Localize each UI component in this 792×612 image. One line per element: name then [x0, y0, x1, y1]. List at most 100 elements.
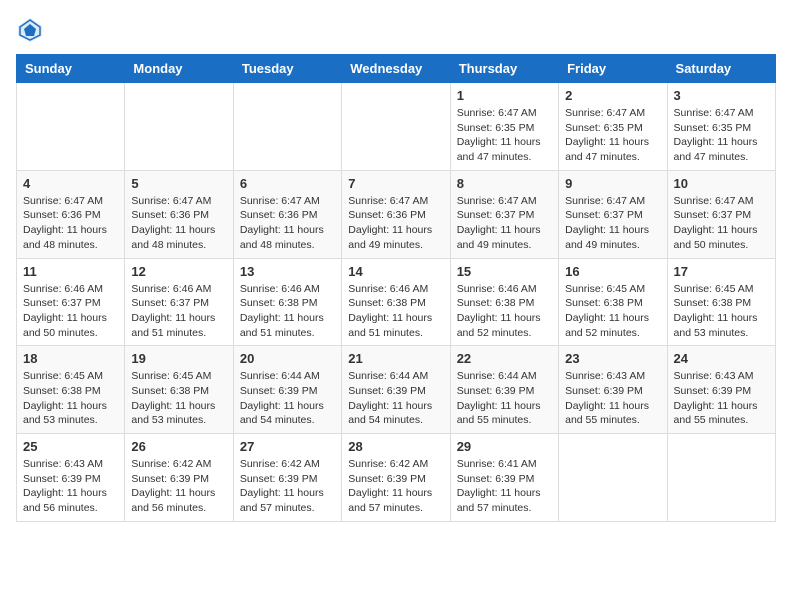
day-number: 23 — [565, 351, 660, 366]
day-info: Sunrise: 6:44 AM Sunset: 6:39 PM Dayligh… — [348, 369, 443, 428]
calendar-cell — [342, 83, 450, 171]
calendar-cell: 21 Sunrise: 6:44 AM Sunset: 6:39 PM Dayli… — [342, 346, 450, 434]
calendar-cell: 26Sunrise: 6:42 AM Sunset: 6:39 PM Dayli… — [125, 434, 233, 522]
day-number: 10 — [674, 176, 769, 191]
logo-icon — [16, 16, 44, 44]
day-number: 13 — [240, 264, 335, 279]
day-number: 29 — [457, 439, 552, 454]
calendar-cell: 10 Sunrise: 6:47 AM Sunset: 6:37 PM Dayli… — [667, 170, 775, 258]
day-number: 1 — [457, 88, 552, 103]
calendar-cell — [559, 434, 667, 522]
day-info: Sunrise: 6:46 AM Sunset: 6:38 PM Dayligh… — [348, 282, 443, 341]
calendar-cell: 3 Sunrise: 6:47 AM Sunset: 6:35 PM Daylig… — [667, 83, 775, 171]
day-number: 22 — [457, 351, 552, 366]
calendar-week-row: 11 Sunrise: 6:46 AM Sunset: 6:37 PM Dayli… — [17, 258, 776, 346]
day-number: 8 — [457, 176, 552, 191]
column-header-tuesday: Tuesday — [233, 55, 341, 83]
calendar-cell: 11 Sunrise: 6:46 AM Sunset: 6:37 PM Dayli… — [17, 258, 125, 346]
calendar-cell: 22 Sunrise: 6:44 AM Sunset: 6:39 PM Dayli… — [450, 346, 558, 434]
day-info: Sunrise: 6:45 AM Sunset: 6:38 PM Dayligh… — [131, 369, 226, 428]
calendar-week-row: 1 Sunrise: 6:47 AM Sunset: 6:35 PM Daylig… — [17, 83, 776, 171]
day-info: Sunrise: 6:47 AM Sunset: 6:35 PM Dayligh… — [674, 106, 769, 165]
day-number: 21 — [348, 351, 443, 366]
day-info: Sunrise: 6:47 AM Sunset: 6:37 PM Dayligh… — [565, 194, 660, 253]
day-number: 16 — [565, 264, 660, 279]
day-number: 11 — [23, 264, 118, 279]
day-info: Sunrise: 6:45 AM Sunset: 6:38 PM Dayligh… — [565, 282, 660, 341]
day-number: 28 — [348, 439, 443, 454]
day-number: 14 — [348, 264, 443, 279]
page-header — [16, 16, 776, 44]
day-number: 5 — [131, 176, 226, 191]
day-info: Sunrise: 6:46 AM Sunset: 6:38 PM Dayligh… — [240, 282, 335, 341]
column-header-thursday: Thursday — [450, 55, 558, 83]
calendar-table: SundayMondayTuesdayWednesdayThursdayFrid… — [16, 54, 776, 522]
day-info: Sunrise: 6:47 AM Sunset: 6:35 PM Dayligh… — [565, 106, 660, 165]
day-info: Sunrise: 6:42 AM Sunset: 6:39 PM Dayligh… — [240, 457, 335, 516]
logo — [16, 16, 48, 44]
day-info: Sunrise: 6:47 AM Sunset: 6:36 PM Dayligh… — [131, 194, 226, 253]
calendar-cell: 27 Sunrise: 6:42 AM Sunset: 6:39 PM Dayli… — [233, 434, 341, 522]
calendar-week-row: 18 Sunrise: 6:45 AM Sunset: 6:38 PM Dayli… — [17, 346, 776, 434]
day-info: Sunrise: 6:46 AM Sunset: 6:37 PM Dayligh… — [23, 282, 118, 341]
calendar-week-row: 25 Sunrise: 6:43 AM Sunset: 6:39 PM Dayli… — [17, 434, 776, 522]
calendar-cell: 9 Sunrise: 6:47 AM Sunset: 6:37 PM Daylig… — [559, 170, 667, 258]
day-number: 25 — [23, 439, 118, 454]
day-info: Sunrise: 6:45 AM Sunset: 6:38 PM Dayligh… — [23, 369, 118, 428]
day-number: 9 — [565, 176, 660, 191]
day-number: 19 — [131, 351, 226, 366]
calendar-cell: 28 Sunrise: 6:42 AM Sunset: 6:39 PM Dayli… — [342, 434, 450, 522]
calendar-cell: 7 Sunrise: 6:47 AM Sunset: 6:36 PM Daylig… — [342, 170, 450, 258]
calendar-cell: 23 Sunrise: 6:43 AM Sunset: 6:39 PM Dayli… — [559, 346, 667, 434]
calendar-cell: 15 Sunrise: 6:46 AM Sunset: 6:38 PM Dayli… — [450, 258, 558, 346]
calendar-cell: 16 Sunrise: 6:45 AM Sunset: 6:38 PM Dayli… — [559, 258, 667, 346]
day-info: Sunrise: 6:43 AM Sunset: 6:39 PM Dayligh… — [23, 457, 118, 516]
day-info: Sunrise: 6:42 AM Sunset: 6:39 PM Dayligh… — [131, 457, 226, 516]
calendar-cell: 20Sunrise: 6:44 AM Sunset: 6:39 PM Dayli… — [233, 346, 341, 434]
day-number: 18 — [23, 351, 118, 366]
calendar-cell: 19 Sunrise: 6:45 AM Sunset: 6:38 PM Dayli… — [125, 346, 233, 434]
day-number: 3 — [674, 88, 769, 103]
calendar-cell — [125, 83, 233, 171]
day-info: Sunrise: 6:46 AM Sunset: 6:37 PM Dayligh… — [131, 282, 226, 341]
calendar-cell: 18 Sunrise: 6:45 AM Sunset: 6:38 PM Dayli… — [17, 346, 125, 434]
day-info: Sunrise: 6:47 AM Sunset: 6:36 PM Dayligh… — [348, 194, 443, 253]
day-info: Sunrise: 6:41 AM Sunset: 6:39 PM Dayligh… — [457, 457, 552, 516]
calendar-cell: 12 Sunrise: 6:46 AM Sunset: 6:37 PM Dayli… — [125, 258, 233, 346]
calendar-cell — [667, 434, 775, 522]
calendar-cell — [233, 83, 341, 171]
day-info: Sunrise: 6:46 AM Sunset: 6:38 PM Dayligh… — [457, 282, 552, 341]
day-number: 27 — [240, 439, 335, 454]
day-info: Sunrise: 6:43 AM Sunset: 6:39 PM Dayligh… — [565, 369, 660, 428]
day-info: Sunrise: 6:43 AM Sunset: 6:39 PM Dayligh… — [674, 369, 769, 428]
calendar-cell: 5 Sunrise: 6:47 AM Sunset: 6:36 PM Daylig… — [125, 170, 233, 258]
day-info: Sunrise: 6:47 AM Sunset: 6:36 PM Dayligh… — [240, 194, 335, 253]
calendar-cell: 24 Sunrise: 6:43 AM Sunset: 6:39 PM Dayli… — [667, 346, 775, 434]
day-info: Sunrise: 6:47 AM Sunset: 6:37 PM Dayligh… — [674, 194, 769, 253]
calendar-cell: 29 Sunrise: 6:41 AM Sunset: 6:39 PM Dayli… — [450, 434, 558, 522]
day-number: 24 — [674, 351, 769, 366]
day-info: Sunrise: 6:47 AM Sunset: 6:36 PM Dayligh… — [23, 194, 118, 253]
calendar-cell: 25 Sunrise: 6:43 AM Sunset: 6:39 PM Dayli… — [17, 434, 125, 522]
calendar-cell: 2Sunrise: 6:47 AM Sunset: 6:35 PM Daylig… — [559, 83, 667, 171]
day-number: 4 — [23, 176, 118, 191]
day-info: Sunrise: 6:44 AM Sunset: 6:39 PM Dayligh… — [457, 369, 552, 428]
day-info: Sunrise: 6:45 AM Sunset: 6:38 PM Dayligh… — [674, 282, 769, 341]
column-header-wednesday: Wednesday — [342, 55, 450, 83]
day-number: 6 — [240, 176, 335, 191]
day-number: 7 — [348, 176, 443, 191]
day-info: Sunrise: 6:42 AM Sunset: 6:39 PM Dayligh… — [348, 457, 443, 516]
day-info: Sunrise: 6:44 AM Sunset: 6:39 PM Dayligh… — [240, 369, 335, 428]
day-number: 12 — [131, 264, 226, 279]
calendar-header-row: SundayMondayTuesdayWednesdayThursdayFrid… — [17, 55, 776, 83]
column-header-sunday: Sunday — [17, 55, 125, 83]
column-header-monday: Monday — [125, 55, 233, 83]
calendar-cell: 8Sunrise: 6:47 AM Sunset: 6:37 PM Daylig… — [450, 170, 558, 258]
calendar-week-row: 4 Sunrise: 6:47 AM Sunset: 6:36 PM Daylig… — [17, 170, 776, 258]
calendar-cell — [17, 83, 125, 171]
calendar-cell: 6 Sunrise: 6:47 AM Sunset: 6:36 PM Daylig… — [233, 170, 341, 258]
column-header-saturday: Saturday — [667, 55, 775, 83]
day-number: 15 — [457, 264, 552, 279]
day-number: 17 — [674, 264, 769, 279]
calendar-cell: 14 Sunrise: 6:46 AM Sunset: 6:38 PM Dayli… — [342, 258, 450, 346]
